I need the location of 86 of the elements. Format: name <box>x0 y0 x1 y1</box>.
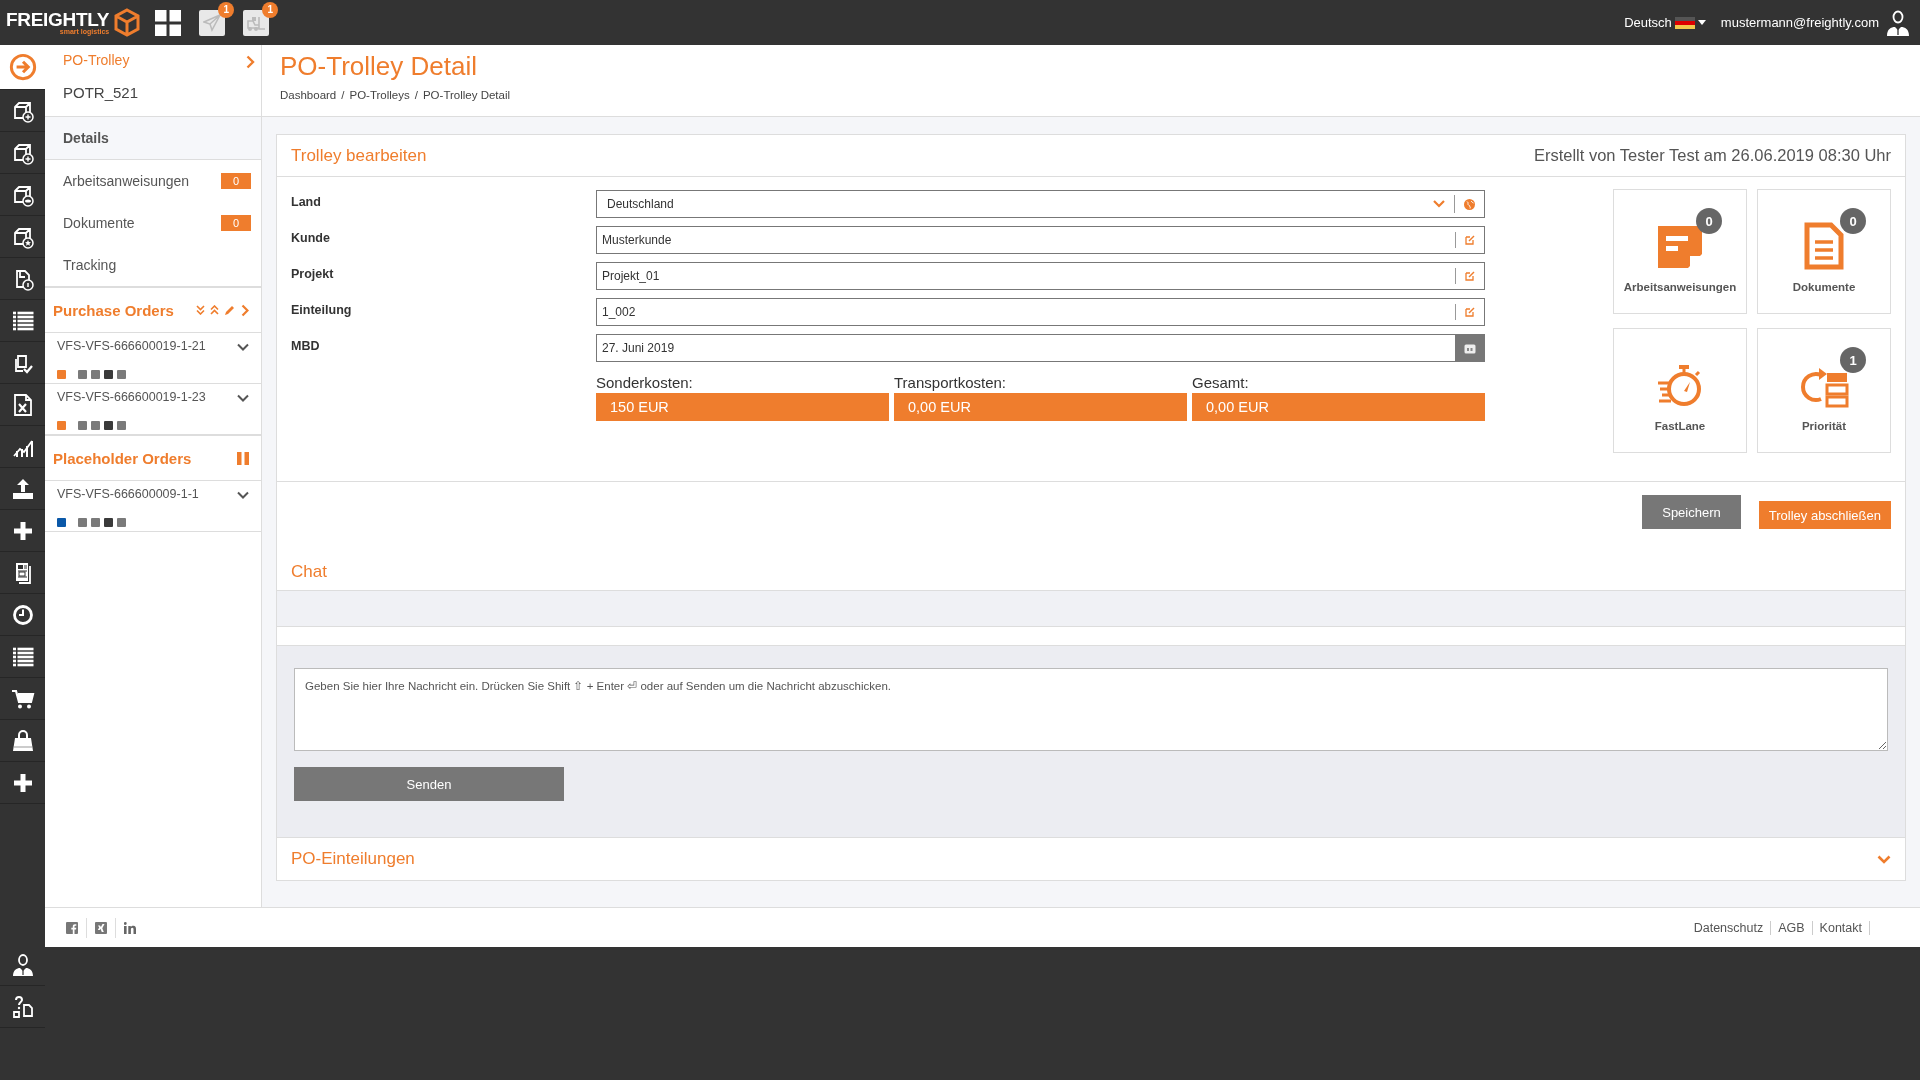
notification-badge: 1 <box>218 1 235 18</box>
cube-logo-icon <box>113 7 142 38</box>
section-heading: Placeholder Orders <box>53 449 193 467</box>
chevron-right-icon[interactable] <box>246 55 255 69</box>
section-heading: Details <box>45 117 261 160</box>
breadcrumb-link[interactable]: Dashboard <box>280 89 337 101</box>
chevron-down-icon[interactable] <box>237 394 249 402</box>
document-icon <box>1804 221 1844 270</box>
notification-button[interactable] <box>243 9 270 36</box>
xing-icon[interactable] <box>95 921 107 934</box>
field-label: Kunde <box>291 230 331 247</box>
count-badge: 0 <box>221 173 251 189</box>
field-label: Einteilung <box>291 302 353 319</box>
german-flag-icon <box>1674 16 1695 29</box>
double-chevron-up-icon[interactable] <box>210 305 219 315</box>
breadcrumb-link[interactable]: PO-Trolleys <box>349 89 410 101</box>
field-label: Projekt <box>291 266 335 283</box>
user-email[interactable]: mustermann@freightly.com <box>1720 15 1879 30</box>
arrow-circle-icon[interactable] <box>8 53 37 81</box>
field-label: MBD <box>291 338 321 355</box>
cost-label: Transportkosten: <box>894 374 1007 391</box>
notification-button[interactable] <box>199 9 226 36</box>
chevron-down-icon[interactable] <box>237 491 249 499</box>
chevron-right-icon[interactable] <box>241 303 249 317</box>
logo-wordmark: FREIGHTLY <box>6 10 110 29</box>
footer-link[interactable]: Kontakt <box>1812 920 1870 935</box>
sidebar-link[interactable]: Dokumente 0 <box>45 202 261 244</box>
message-field[interactable]: Geben Sie hier Ihre Nachricht ein. Drücken Sie Shift ⇧ + Enter ⏎ oder auf Senden um die Nachricht abzuschicken. <box>294 668 1888 751</box>
footer-link[interactable]: Datenschutz <box>1686 920 1772 935</box>
page-title: PO-Trolley Detail <box>280 51 478 82</box>
cost-label: Sonderkosten: <box>596 374 694 391</box>
globe-icon <box>1464 198 1475 210</box>
paper-plane-icon <box>203 13 222 32</box>
chat-heading: Chat <box>290 561 328 583</box>
chevron-down-icon[interactable] <box>237 343 249 351</box>
action-tile[interactable]: Dokumente 0 <box>1757 189 1891 314</box>
chevron-down-icon <box>1877 854 1891 864</box>
action-tile[interactable]: Arbeitsanweisungen 0 <box>1613 189 1747 314</box>
count-badge: 0 <box>1696 208 1722 234</box>
double-chevron-down-icon[interactable] <box>196 305 205 315</box>
count-badge: 1 <box>1840 347 1866 373</box>
field-label: Land <box>291 194 322 211</box>
country-select[interactable]: Deutschland <box>596 190 1485 218</box>
facebook-icon[interactable] <box>66 921 78 934</box>
footer-link[interactable]: AGB <box>1771 920 1813 935</box>
linkedin-icon[interactable] <box>124 921 137 934</box>
list-icon[interactable] <box>10 309 35 332</box>
cost-value: 150 EUR <box>596 393 889 421</box>
save-button[interactable]: Speichern <box>1642 495 1741 529</box>
pause-icon[interactable] <box>237 451 249 465</box>
upload-icon[interactable] <box>10 476 35 501</box>
language-dropdown[interactable]: Deutsch <box>1624 15 1706 30</box>
pencil-icon[interactable] <box>224 304 236 316</box>
count-badge: 0 <box>1840 208 1866 234</box>
trolley-code: POTR_521 <box>63 84 140 103</box>
action-tile[interactable]: FastLane <box>1613 328 1747 453</box>
sidebar-link[interactable]: Tracking <box>45 244 261 286</box>
send-button[interactable]: Senden <box>294 767 564 801</box>
card-title: Trolley bearbeiten <box>291 145 427 166</box>
cost-label: Gesamt: <box>1192 374 1250 391</box>
order-number[interactable]: VFS-VFS-666600009-1-1 <box>57 487 237 509</box>
list-icon[interactable] <box>10 645 35 668</box>
help-document-icon[interactable] <box>10 994 35 1019</box>
plus-icon[interactable] <box>12 520 33 541</box>
plus-icon[interactable] <box>12 772 33 793</box>
order-number[interactable]: VFS-VFS-666600019-1-23 <box>57 390 237 412</box>
sidebar-link[interactable]: Arbeitsanweisungen 0 <box>45 160 261 202</box>
caret-down-icon <box>1697 20 1706 25</box>
cost-value: 0,00 EUR <box>1192 393 1485 421</box>
user-icon[interactable] <box>1886 9 1910 36</box>
created-info: Erstellt von Tester Test am 26.06.2019 08:30 Uhr <box>1533 146 1891 165</box>
spreadsheet-x-icon[interactable] <box>11 392 34 417</box>
count-badge: 0 <box>221 215 251 231</box>
clock-icon[interactable] <box>11 603 34 626</box>
section-heading: Purchase Orders <box>53 301 175 319</box>
shopping-bag-icon[interactable] <box>10 728 35 753</box>
notification-badge: 1 <box>262 1 279 18</box>
chevron-down-icon <box>1433 200 1445 208</box>
apps-grid-icon[interactable] <box>155 9 182 36</box>
cart-icon[interactable] <box>10 687 35 710</box>
user-icon[interactable] <box>10 952 35 977</box>
breadcrumb-separator: / <box>414 89 418 101</box>
breadcrumb-separator: / <box>341 89 345 101</box>
action-tile[interactable]: Priorität 1 <box>1757 328 1891 453</box>
order-number[interactable]: VFS-VFS-666600019-1-21 <box>57 339 237 361</box>
cost-value: 0,00 EUR <box>894 393 1187 421</box>
